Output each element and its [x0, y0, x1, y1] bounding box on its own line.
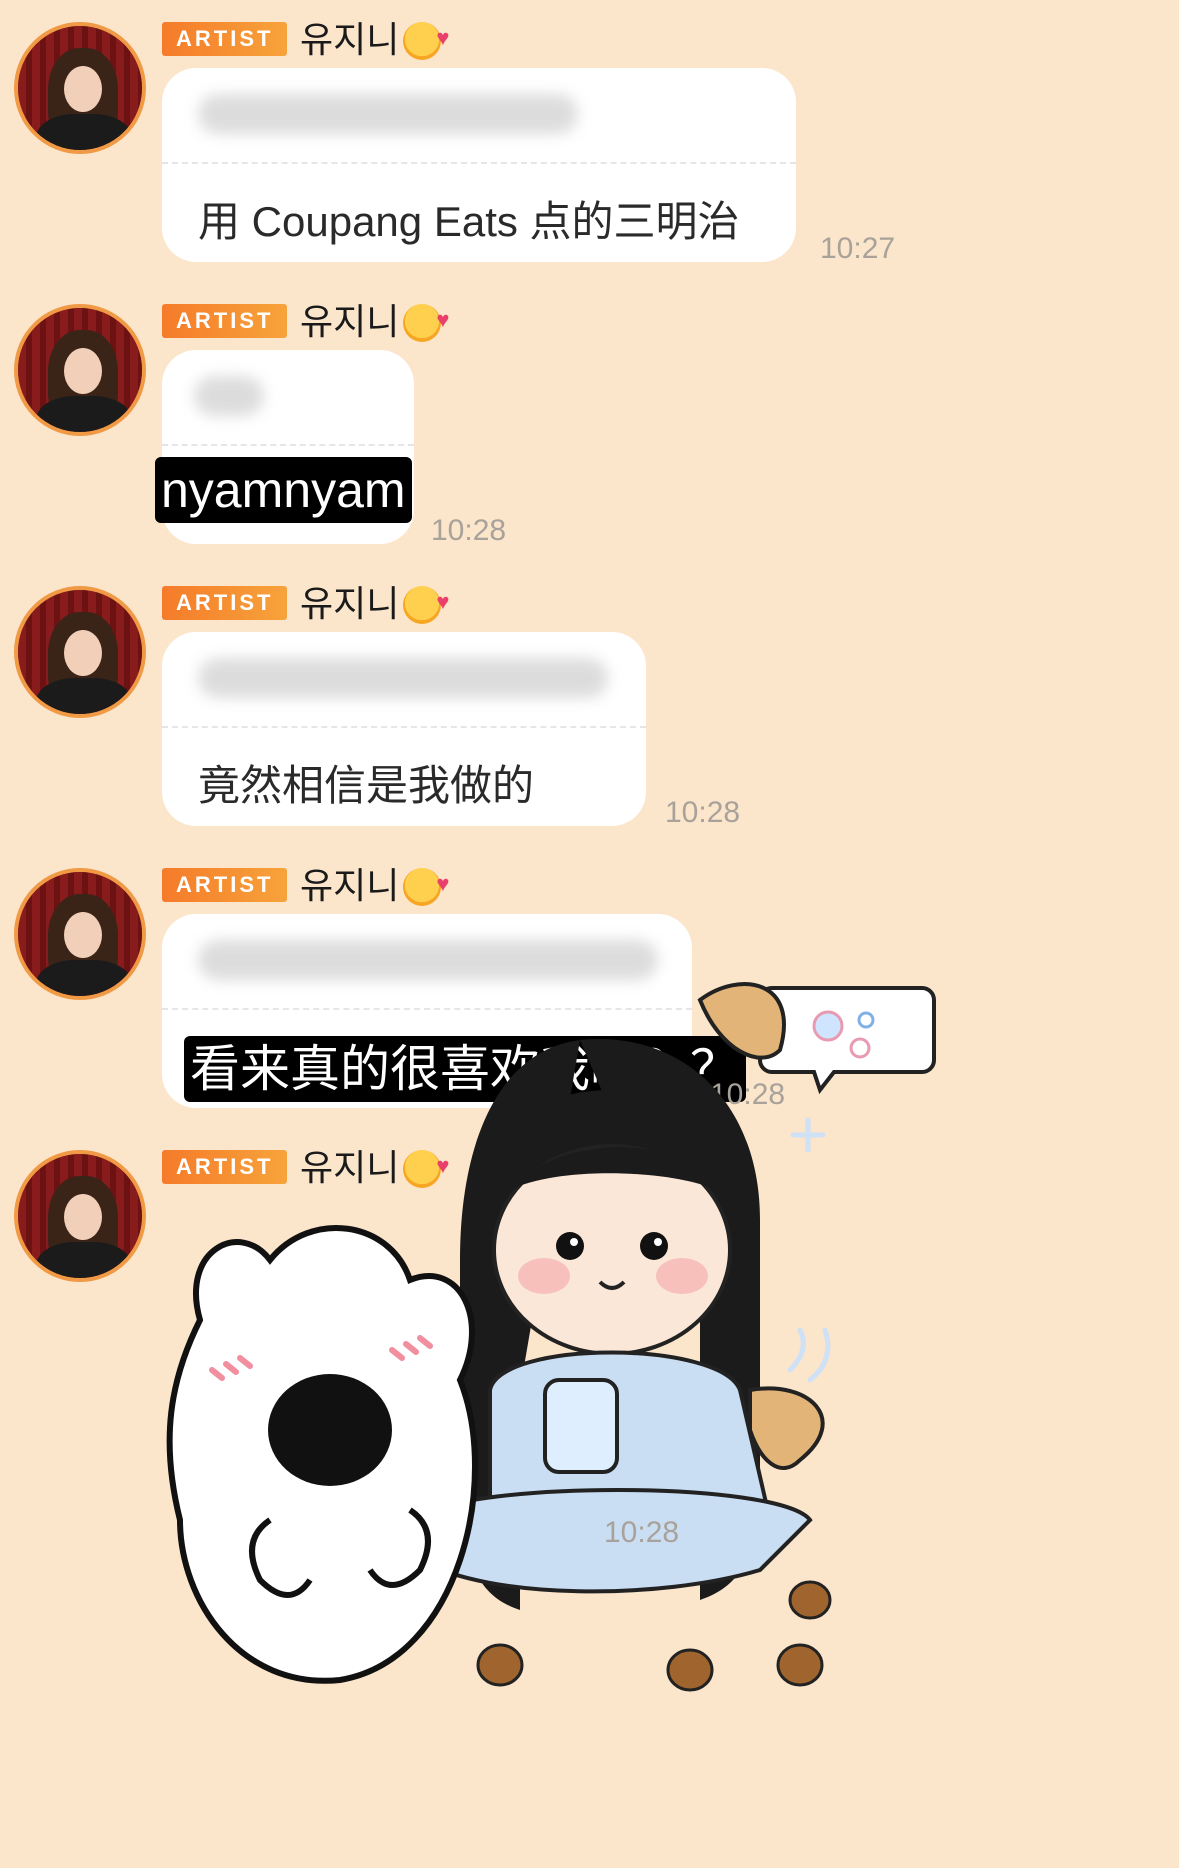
artist-badge: ARTIST — [162, 22, 288, 56]
translation-divider — [162, 444, 414, 446]
avatar[interactable] — [14, 868, 146, 1000]
avatar[interactable] — [14, 1150, 146, 1282]
smiling-face-with-hearts-icon — [403, 580, 449, 624]
translation-divider — [162, 726, 646, 728]
sender-name: 유지니 — [300, 580, 449, 626]
message-bubble[interactable]: 竟然相信是我做的 — [162, 632, 646, 826]
sender-name: 유지니 — [300, 16, 449, 62]
sparkle-icons — [787, 1117, 831, 1383]
timestamp: 10:28 — [665, 796, 741, 829]
blurred-original-text — [198, 94, 578, 134]
artist-badge: ARTIST — [162, 304, 288, 338]
timestamp: 10:28 — [431, 514, 507, 547]
sticker-image[interactable] — [160, 960, 1040, 1800]
message-text: 竟然相信是我做的 — [198, 762, 535, 809]
timestamp: 10:27 — [820, 232, 896, 265]
acorn-icons — [476, 1580, 832, 1692]
smiling-face-with-hearts-icon — [403, 862, 449, 906]
smiling-face-with-hearts-icon — [403, 16, 449, 60]
translation-divider — [162, 162, 796, 164]
avatar[interactable] — [14, 304, 146, 436]
avatar[interactable] — [14, 22, 146, 154]
blurred-original-text — [198, 658, 608, 698]
speech-bubble-icon — [758, 986, 936, 1095]
sender-name: 유지니 — [300, 862, 449, 908]
white-puppy-character — [166, 1225, 478, 1684]
message-text: 用 Coupang Eats 点的三明治 — [198, 198, 740, 245]
message-bubble[interactable]: 用 Coupang Eats 点的三明治 — [162, 68, 796, 262]
blurred-original-text — [194, 376, 264, 416]
artist-badge: ARTIST — [162, 868, 288, 902]
smiling-face-with-hearts-icon — [403, 298, 449, 342]
timestamp: 10:28 — [604, 1516, 680, 1549]
avatar[interactable] — [14, 586, 146, 718]
message-text: nyamnyam — [155, 457, 412, 523]
sender-name: 유지니 — [300, 298, 449, 344]
artist-badge: ARTIST — [162, 586, 288, 620]
